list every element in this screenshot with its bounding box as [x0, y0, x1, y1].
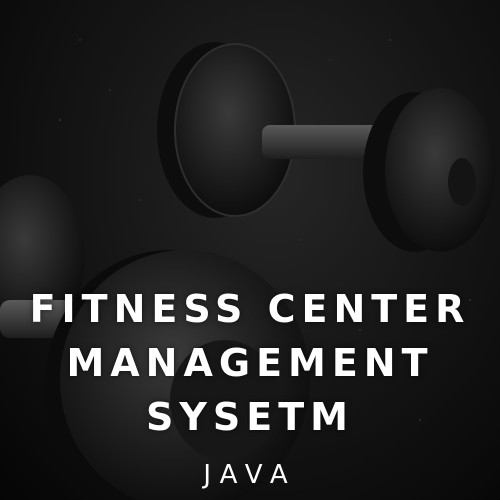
front-dumbbell [0, 175, 310, 500]
subtitle: JAVA [203, 460, 297, 490]
title-line-3: SYSETM [146, 395, 354, 439]
cover-image: FITNESS CENTER MANAGEMENT SYSETM JAVA [0, 0, 500, 500]
title-line-2: MANAGEMENT [66, 341, 434, 385]
title-line-1: FITNESS CENTER [29, 287, 471, 331]
back-dumbbell [157, 42, 495, 252]
